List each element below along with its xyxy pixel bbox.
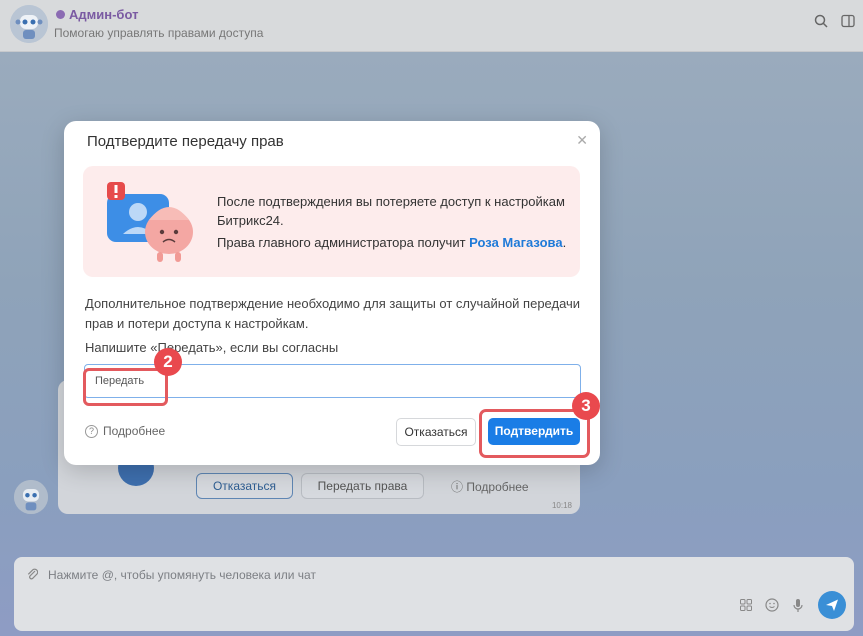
step-highlight-frame [479,409,590,458]
warning-illustration [107,182,193,262]
question-icon: ? [85,424,98,438]
receiver-prefix: Права главного администратора получит [217,235,470,250]
attach-icon[interactable] [26,567,39,584]
step-badge: 3 [572,392,600,420]
more-link-label: Подробнее [103,424,166,438]
warning-receiver-text: Права главного администратора получит Ро… [217,235,566,250]
more-link[interactable]: ⓘ Подробнее [451,478,529,495]
transfer-rights-button[interactable]: Передать права [301,473,424,499]
warning-text: После подтверждения вы потеряете доступ … [217,194,565,228]
message-input-bar[interactable]: Нажмите @, чтобы упомянуть человека или … [14,557,854,631]
help-icon: ⓘ [451,480,464,494]
send-button[interactable] [818,591,846,619]
reject-button[interactable]: Отказаться [196,473,293,499]
step-highlight-frame [83,368,168,406]
receiver-suffix: . [562,235,567,250]
robot-icon [10,5,48,43]
send-icon [826,599,838,611]
emoji-icon[interactable] [764,598,780,615]
more-link-label: Подробнее [466,480,529,494]
chat-header: Админ-бот Помогаю управлять правами дост… [0,0,863,52]
search-icon[interactable] [813,14,829,30]
confirm-prompt: Напишите «Передать», если вы согласны [85,340,339,355]
cancel-button[interactable]: Отказаться [396,418,476,446]
chat-subtitle: Помогаю управлять правами доступа [54,26,264,40]
bot-status-icon [56,10,65,19]
bot-avatar [14,480,48,514]
sidebar-toggle-icon[interactable] [840,14,856,30]
apps-icon[interactable] [738,598,754,614]
warning-box: После подтверждения вы потеряете доступ … [83,166,580,277]
microphone-icon[interactable] [790,598,806,616]
confirm-transfer-dialog: Подтвердите передачу прав ✕ После подтве… [64,121,600,465]
robot-icon [14,480,48,514]
dialog-title: Подтвердите передачу прав [87,133,284,150]
step-badge: 2 [154,348,182,376]
message-input-placeholder[interactable]: Нажмите @, чтобы упомянуть человека или … [48,568,316,582]
dialog-description: Дополнительное подтверждение необходимо … [85,296,581,331]
message-time: 10:18 [551,501,572,510]
more-link[interactable]: ? Подробнее [85,424,165,438]
chat-title: Админ-бот [56,7,138,22]
chat-title-text: Админ-бот [69,7,139,22]
close-icon[interactable]: ✕ [576,132,588,149]
bot-avatar[interactable] [10,5,48,43]
receiver-link[interactable]: Роза Магазова [469,235,562,250]
